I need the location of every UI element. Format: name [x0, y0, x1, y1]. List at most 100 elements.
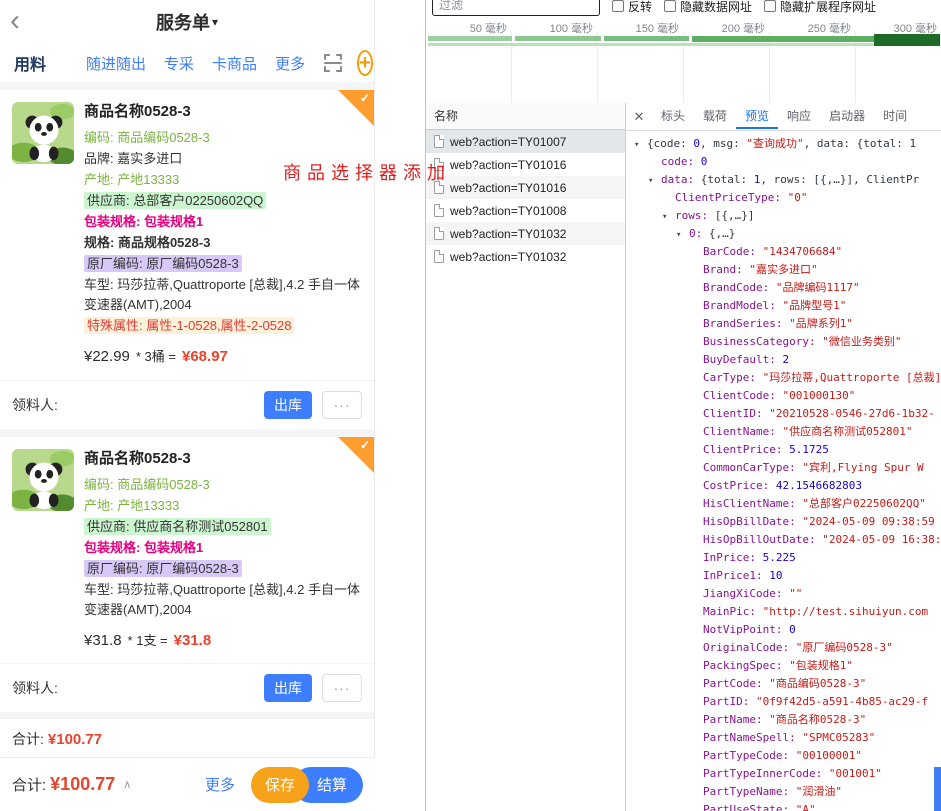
json-value: "品牌系列1" — [789, 317, 853, 330]
expand-arrow-icon[interactable]: ▾ — [648, 172, 661, 189]
caret-up-icon[interactable]: ∧ — [123, 778, 131, 791]
json-key: rows: — [675, 209, 715, 222]
tab-1[interactable]: 随进随出 — [86, 53, 146, 74]
expand-arrow-icon[interactable]: ▾ — [662, 208, 675, 225]
product-title: 商品名称0528-3 — [84, 102, 362, 122]
json-value: 0 — [693, 137, 700, 150]
tree-line: HisClientName: "总部客户02250602QQ" — [626, 495, 941, 513]
column-header-name[interactable]: 名称 — [426, 103, 625, 130]
filter-input[interactable] — [432, 0, 600, 16]
product-card[interactable]: ✓ 商品名称0528-3 编码: 商品编码0528-3产地: 产地13333供应… — [0, 437, 374, 663]
detail-tab[interactable]: 预览 — [736, 104, 778, 129]
save-button[interactable]: 保存 — [251, 767, 309, 803]
tree-line: PartUseState: "A" — [626, 801, 941, 811]
line-total: ¥31.8 — [174, 632, 212, 649]
json-value: "商品名称0528-3" — [769, 713, 866, 726]
tree-line[interactable]: ▾rows: [{,…}] — [626, 207, 941, 225]
json-key: ClientPrice: — [703, 443, 789, 456]
json-value: , rows: [{,…}], ClientPr — [760, 173, 919, 186]
product-image[interactable] — [12, 102, 74, 164]
expand-arrow-icon[interactable]: ▾ — [676, 226, 689, 243]
scrollbar-thumb[interactable] — [934, 767, 941, 811]
expand-arrow-icon[interactable]: ▾ — [634, 136, 647, 153]
tree-line[interactable]: ▾data: {total: 1, rows: [{,…}], ClientPr — [626, 171, 941, 189]
tab-bar: 用料 随进随出专采卡商品更多 + — [0, 44, 374, 82]
hide-data-urls-checkbox[interactable]: 隐藏数据网址 — [664, 0, 752, 17]
document-icon — [434, 250, 444, 263]
more-link[interactable]: 更多 — [205, 774, 235, 795]
add-button[interactable]: + — [357, 50, 373, 76]
tab-4[interactable]: 更多 — [275, 53, 305, 74]
total-label: 合计: — [12, 774, 46, 795]
back-icon[interactable]: ‹ — [10, 4, 20, 38]
network-request-row[interactable]: web?action=TY01007 — [426, 130, 625, 153]
qty-expression: * 1支 = — [128, 630, 168, 649]
close-icon[interactable]: ✕ — [626, 109, 652, 125]
network-request-row[interactable]: web?action=TY01008 — [426, 199, 625, 222]
json-value: "001001" — [829, 767, 882, 780]
request-name: web?action=TY01032 — [450, 227, 566, 241]
tree-line: PartTypeCode: "00100001" — [626, 747, 941, 765]
json-value: "查询成功" — [746, 137, 803, 150]
checkbox-icon[interactable] — [612, 0, 624, 12]
json-key: PartTypeCode: — [703, 749, 796, 762]
json-key: code: — [661, 155, 701, 168]
outbound-button[interactable]: 出库 — [264, 674, 312, 702]
tree-line[interactable]: ▾0: {,…} — [626, 225, 941, 243]
json-value: , msg: — [700, 137, 746, 150]
json-value: "http://test.sihuiyun.com — [763, 605, 929, 618]
more-options-button[interactable]: ··· — [322, 674, 362, 702]
json-key: OriginalCode: — [703, 641, 796, 654]
product-card[interactable]: ✓ 商品名称0528-3 编码: 商品编码0528-3品牌: 嘉实多进口产地: … — [0, 90, 374, 380]
scan-icon[interactable] — [323, 52, 343, 74]
detail-tab[interactable]: 载荷 — [694, 104, 736, 129]
tree-line: BrandCode: "品牌编码1117" — [626, 279, 941, 297]
checkbox-icon[interactable] — [664, 0, 676, 12]
timeline-bar — [692, 36, 874, 42]
product-image[interactable] — [12, 449, 74, 511]
network-request-list: 名称 web?action=TY01007web?action=TY01016w… — [426, 103, 626, 811]
outbound-button[interactable]: 出库 — [264, 391, 312, 419]
more-options-button[interactable]: ··· — [322, 391, 362, 419]
json-key: CommonCarType: — [703, 461, 802, 474]
json-key: PartNameSpell: — [703, 731, 802, 744]
tab-3[interactable]: 卡商品 — [212, 53, 257, 74]
detail-tab[interactable]: 启动器 — [820, 104, 874, 129]
tree-line: Brand: "嘉实多进口" — [626, 261, 941, 279]
network-request-row[interactable]: web?action=TY01016 — [426, 176, 625, 199]
json-key: PackingSpec: — [703, 659, 789, 672]
detail-tab[interactable]: 响应 — [778, 104, 820, 129]
picker-label: 领料人: — [12, 678, 264, 698]
devtools-panel: 反转 隐藏数据网址 隐藏扩展程序网址 50 毫秒100 毫秒150 毫秒200 … — [425, 0, 941, 811]
tab-0[interactable]: 用料 — [14, 51, 46, 75]
network-request-row[interactable]: web?action=TY01032 — [426, 222, 625, 245]
page-title[interactable]: 服务单 — [156, 9, 210, 35]
check-icon: ✓ — [360, 438, 370, 452]
price-line: ¥31.8 * 1支 = ¥31.8 — [84, 630, 362, 649]
json-key: PartTypeName: — [703, 785, 796, 798]
product-field: 包装规格: 包装规格1 — [84, 214, 203, 229]
hide-extension-urls-checkbox[interactable]: 隐藏扩展程序网址 — [764, 0, 876, 17]
line-total: ¥68.97 — [182, 348, 228, 365]
detail-tab[interactable]: 时间 — [874, 104, 916, 129]
tab-2[interactable]: 专采 — [164, 53, 194, 74]
network-request-row[interactable]: web?action=TY01032 — [426, 245, 625, 268]
checkbox-icon[interactable] — [764, 0, 776, 12]
timeline-overview[interactable]: 50 毫秒100 毫秒150 毫秒200 毫秒250 毫秒300 毫秒 — [426, 18, 941, 104]
json-value: "20210528-0546-27d6-1b32- — [769, 407, 935, 420]
tree-line: JiangXiCode: "" — [626, 585, 941, 603]
json-value: "微信业务类别" — [822, 335, 901, 348]
network-request-row[interactable]: web?action=TY01016 — [426, 153, 625, 176]
json-value: 0 — [701, 155, 708, 168]
json-value: {total: — [701, 173, 754, 186]
product-title: 商品名称0528-3 — [84, 449, 362, 469]
json-value: "包装规格1" — [789, 659, 853, 672]
json-value: "0f9f42d5-a591-4b85-ac29-f — [756, 695, 928, 708]
invert-checkbox[interactable]: 反转 — [612, 0, 652, 17]
json-value: {,…} — [709, 227, 736, 240]
tree-line[interactable]: ▾{code: 0, msg: "查询成功", data: {total: 1 — [626, 135, 941, 153]
json-value: 5.1725 — [789, 443, 829, 456]
timeline-activity — [426, 34, 941, 48]
detail-tab[interactable]: 标头 — [652, 104, 694, 129]
json-value: "商品编码0528-3" — [769, 677, 866, 690]
